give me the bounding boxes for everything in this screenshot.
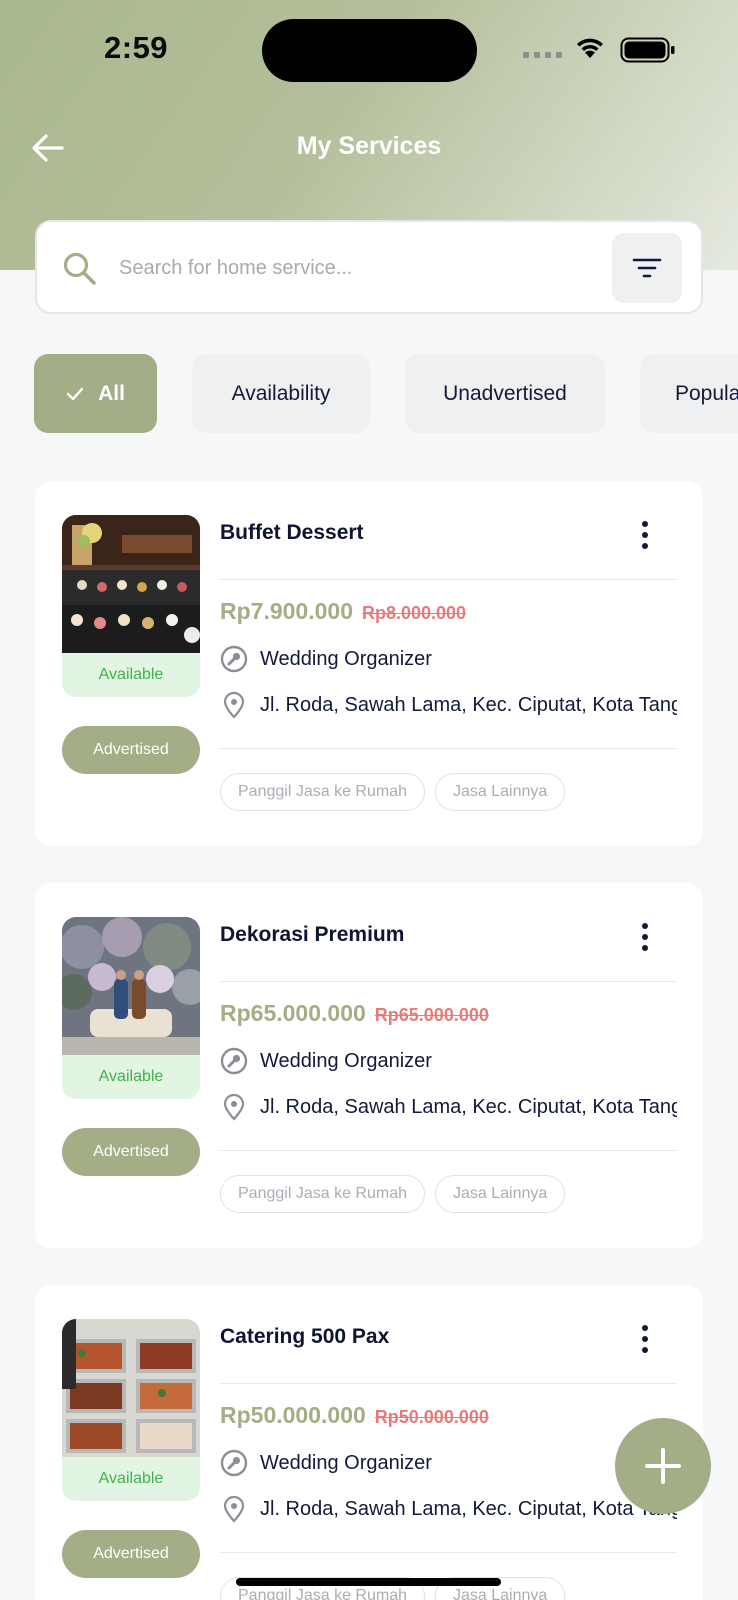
chip-unadvertised[interactable]: Unadvertised [405,354,605,433]
service-old-price: Rp50.000.000 [374,1407,489,1427]
service-title: Buffet Dessert [220,521,364,544]
availability-badge: Available [62,653,200,697]
more-options-button[interactable] [635,919,655,955]
divider [220,579,677,580]
wrench-icon [220,1449,248,1477]
category-row: Wedding Organizer [220,645,677,673]
filter-button[interactable] [612,233,682,303]
add-service-button[interactable] [615,1418,711,1514]
wifi-icon [577,38,603,58]
chip-popular[interactable]: Popular [640,354,738,433]
service-tag: Panggil Jasa ke Rumah [220,773,425,811]
service-card[interactable]: Available Advertised Dekorasi Premium Rp… [35,883,703,1248]
address-row: Jl. Roda, Sawah Lama, Kec. Ciputat, Kota… [220,1093,677,1121]
service-old-price: Rp65.000.000 [374,1005,489,1025]
advertised-button[interactable]: Advertised [62,1128,200,1176]
price-row: Rp7.900.000 Rp8.000.000 [220,598,466,625]
address-row: Jl. Roda, Sawah Lama, Kec. Ciputat, Kota… [220,1495,677,1523]
service-price: Rp65.000.000 [220,1000,366,1026]
plus-icon [645,1448,681,1484]
search-bar [35,220,703,314]
search-icon [63,252,96,285]
location-pin-icon [223,1093,245,1121]
dynamic-island [262,19,477,82]
check-icon [66,387,84,400]
service-title: Catering 500 Pax [220,1325,390,1348]
divider [220,1150,677,1151]
service-thumbnail: Available [62,1319,200,1501]
cellular-signal-icon [523,52,562,58]
wrench-icon [220,1047,248,1075]
home-indicator[interactable] [236,1578,501,1586]
service-thumbnail: Available [62,917,200,1099]
service-image [62,1319,200,1457]
chip-label: Availability [231,381,331,405]
location-pin-icon [223,691,245,719]
service-address: Jl. Roda, Sawah Lama, Kec. Ciputat, Kota… [260,1095,677,1118]
more-options-button[interactable] [635,1321,655,1357]
filter-icon [632,258,662,278]
chip-all[interactable]: All [34,354,157,433]
page-title: My Services [296,132,442,160]
service-category: Wedding Organizer [260,647,432,670]
chip-label: Popular [675,381,738,405]
chip-availability[interactable]: Availability [192,354,370,433]
divider [220,748,677,749]
divider [220,981,677,982]
divider [220,1552,677,1553]
service-card[interactable]: Available Advertised Buffet Dessert Rp7.… [35,481,703,846]
service-tag: Jasa Lainnya [434,1175,566,1213]
service-category: Wedding Organizer [260,1451,432,1474]
wrench-icon [220,645,248,673]
availability-badge: Available [62,1055,200,1099]
service-tag: Panggil Jasa ke Rumah [220,1175,425,1213]
service-thumbnail: Available [62,515,200,697]
divider [220,1383,677,1384]
search-input[interactable] [119,246,519,290]
service-address: Jl. Roda, Sawah Lama, Kec. Ciputat, Kota… [260,693,677,716]
service-card[interactable]: Available Advertised Catering 500 Pax Rp… [35,1285,703,1600]
advertised-button[interactable]: Advertised [62,726,200,774]
availability-badge: Available [62,1457,200,1501]
advertised-button[interactable]: Advertised [62,1530,200,1578]
service-price: Rp50.000.000 [220,1402,366,1428]
category-row: Wedding Organizer [220,1449,677,1477]
service-category: Wedding Organizer [260,1049,432,1072]
service-tags: Panggil Jasa ke Rumah Jasa Lainnya [220,773,566,811]
more-options-button[interactable] [635,517,655,553]
category-row: Wedding Organizer [220,1047,677,1075]
price-row: Rp65.000.000 Rp65.000.000 [220,1000,489,1027]
battery-icon [620,37,675,63]
chip-label: All [98,381,125,405]
location-pin-icon [223,1495,245,1523]
filter-chips: All Availability Unadvertised Popular [34,354,738,434]
status-time: 2:59 [104,30,169,65]
service-old-price: Rp8.000.000 [361,603,467,623]
service-tag: Jasa Lainnya [434,773,566,811]
service-tags: Panggil Jasa ke Rumah Jasa Lainnya [220,1175,566,1213]
price-row: Rp50.000.000 Rp50.000.000 [220,1402,489,1429]
service-address: Jl. Roda, Sawah Lama, Kec. Ciputat, Kota… [260,1497,677,1520]
service-image [62,515,200,653]
service-price: Rp7.900.000 [220,598,353,624]
service-title: Dekorasi Premium [220,923,405,946]
service-image [62,917,200,1055]
chip-label: Unadvertised [443,381,567,405]
address-row: Jl. Roda, Sawah Lama, Kec. Ciputat, Kota… [220,691,677,719]
